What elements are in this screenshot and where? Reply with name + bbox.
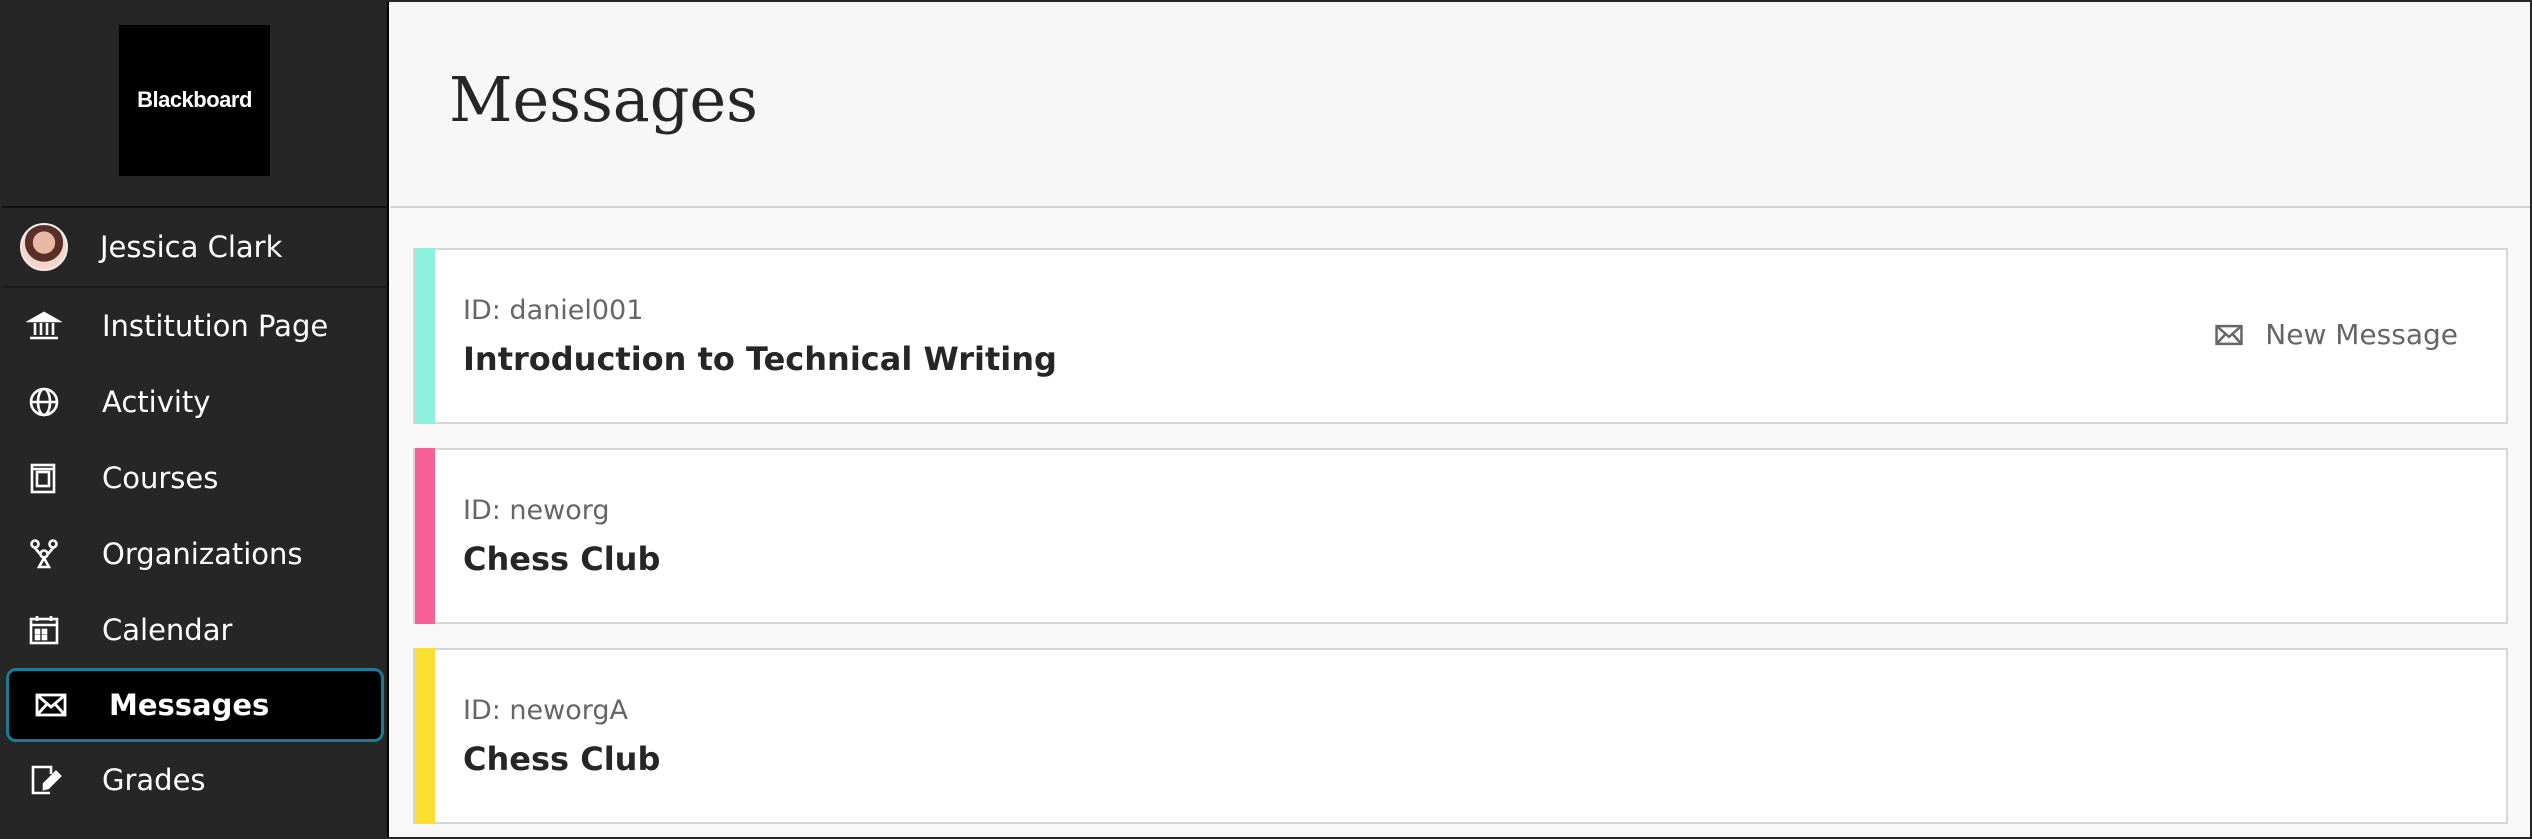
grades-icon — [22, 758, 66, 802]
courses-icon — [22, 456, 66, 500]
calendar-icon — [22, 608, 66, 652]
logo-area: Blackboard — [2, 2, 387, 208]
page-header: Messages — [391, 2, 2530, 208]
blackboard-logo[interactable]: Blackboard — [119, 24, 270, 176]
organizations-icon — [22, 532, 66, 576]
course-name[interactable]: Introduction to Technical Writing — [463, 340, 1057, 378]
course-color-stripe — [415, 648, 435, 824]
course-name[interactable]: Chess Club — [463, 540, 660, 578]
course-id: ID: neworg — [463, 494, 610, 526]
envelope-icon — [2215, 324, 2243, 345]
course-id: ID: neworgA — [463, 694, 628, 726]
course-card[interactable]: ID: neworgA Chess Club — [413, 648, 2508, 824]
course-color-stripe — [415, 248, 435, 424]
sidebar-item-label: Courses — [102, 461, 219, 495]
sidebar-item-courses[interactable]: Courses — [2, 440, 387, 516]
globe-icon — [22, 380, 66, 424]
sidebar-item-label: Jessica Clark — [100, 230, 283, 264]
sidebar-item-label: Messages — [109, 688, 270, 722]
sidebar-item-grades[interactable]: Grades — [2, 742, 387, 818]
institution-icon — [22, 304, 66, 348]
main-content: Messages ID: daniel001 Introduction to T… — [391, 2, 2530, 837]
sidebar-item-label: Activity — [102, 385, 211, 419]
sidebar-item-profile[interactable]: Jessica Clark — [2, 208, 387, 288]
sidebar: Blackboard Jessica Clark Institution Pag… — [2, 2, 389, 837]
sidebar-nav: Jessica Clark Institution Page Activity … — [2, 208, 387, 818]
avatar — [20, 223, 68, 271]
sidebar-item-label: Calendar — [102, 613, 233, 647]
page-title: Messages — [449, 62, 758, 136]
message-list: ID: daniel001 Introduction to Technical … — [391, 208, 2530, 824]
sidebar-item-label: Institution Page — [102, 309, 329, 343]
sidebar-item-label: Grades — [102, 763, 206, 797]
course-card[interactable]: ID: daniel001 Introduction to Technical … — [413, 248, 2508, 424]
course-id: ID: daniel001 — [463, 294, 644, 326]
course-color-stripe — [415, 448, 435, 624]
new-message-button[interactable]: New Message — [2213, 318, 2458, 351]
sidebar-item-activity[interactable]: Activity — [2, 364, 387, 440]
sidebar-item-label: Organizations — [102, 537, 303, 571]
sidebar-item-institution-page[interactable]: Institution Page — [2, 288, 387, 364]
envelope-icon — [29, 683, 73, 727]
sidebar-item-messages[interactable]: Messages — [6, 668, 384, 742]
sidebar-item-organizations[interactable]: Organizations — [2, 516, 387, 592]
course-name[interactable]: Chess Club — [463, 740, 660, 778]
sidebar-item-calendar[interactable]: Calendar — [2, 592, 387, 668]
course-card[interactable]: ID: neworg Chess Club — [413, 448, 2508, 624]
new-message-label: New Message — [2265, 318, 2458, 351]
